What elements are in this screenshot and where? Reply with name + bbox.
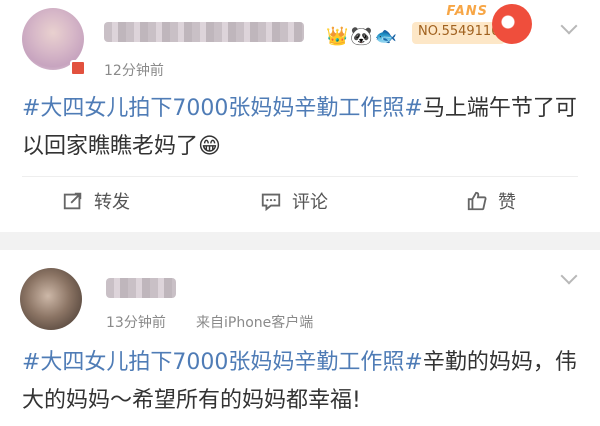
topic-link[interactable]: #大四女儿拍下7000张妈妈辛勤工作照#: [22, 96, 423, 121]
repost-icon: [63, 192, 82, 210]
repost-label: 转发: [94, 192, 130, 213]
post-content: #大四女儿拍下7000张妈妈辛勤工作照#辛勤的妈妈，伟大的妈妈～希望所有的妈妈都…: [22, 344, 582, 420]
fans-label: FANS: [446, 4, 488, 19]
thumbs-up-icon: [467, 191, 487, 211]
avatar-badge-icon: [70, 60, 86, 76]
topic-link[interactable]: #大四女儿拍下7000张妈妈辛勤工作照#: [22, 350, 423, 375]
comment-icon: [261, 193, 281, 212]
comment-button[interactable]: 评论: [260, 186, 328, 216]
post-separator: [0, 232, 600, 250]
divider: [22, 176, 578, 177]
username-blurred[interactable]: [106, 278, 176, 298]
post-content: #大四女儿拍下7000张妈妈辛勤工作照#马上端午节了可以回家瞧瞧老妈了😁: [22, 90, 582, 166]
post-time: 13分钟前: [106, 315, 166, 331]
comment-label: 评论: [292, 192, 328, 213]
vip-badge-icons: 👑🐼🐟: [326, 26, 400, 47]
repost-button[interactable]: 转发: [62, 186, 130, 216]
chevron-down-icon[interactable]: [560, 17, 578, 35]
avatar[interactable]: [20, 268, 82, 330]
mascot-icon: [492, 4, 532, 44]
username-blurred[interactable]: [104, 22, 304, 42]
fans-badge[interactable]: FANS NO.5549110: [410, 4, 538, 46]
chevron-down-icon[interactable]: [560, 267, 578, 285]
post-time: 12分钟前: [104, 63, 164, 79]
like-label: 赞: [498, 192, 516, 213]
post-source: 来自iPhone客户端: [196, 315, 314, 331]
weibo-post-1: 👑🐼🐟 FANS NO.5549110 12分钟前 #大四女儿拍下7000张妈妈…: [0, 0, 600, 232]
emoji-grin: 😁: [198, 134, 221, 159]
like-button[interactable]: 赞: [466, 186, 516, 216]
